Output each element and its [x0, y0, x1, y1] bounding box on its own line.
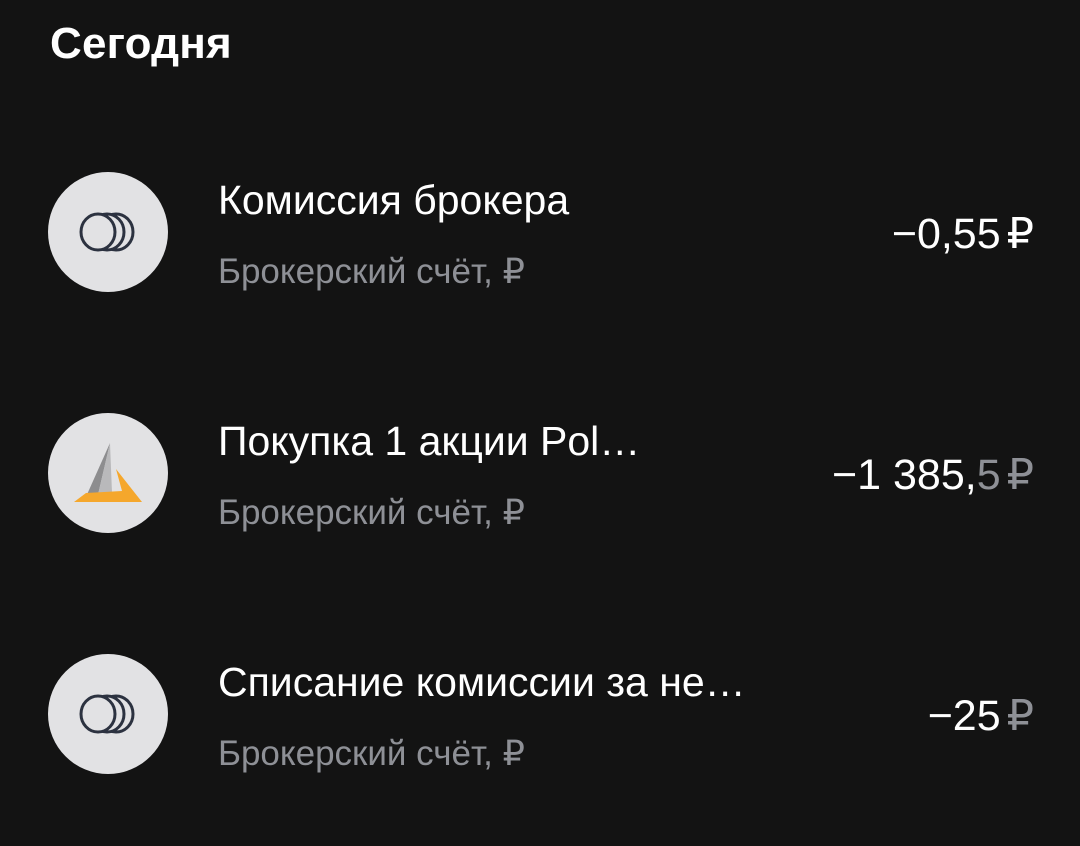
polymetal-logo-icon [48, 413, 168, 533]
operation-row-share-purchase[interactable]: Покупка 1 акции Pol… Брокерский счёт, ₽ … [0, 383, 1080, 583]
amount-value: −25 [927, 692, 1001, 740]
currency-symbol: ₽ [1006, 692, 1034, 740]
currency-symbol: ₽ [1006, 451, 1034, 499]
operation-account: Брокерский счёт, ₽ [218, 734, 525, 773]
amount-value-dim: 5 [976, 451, 1001, 499]
coins-icon [48, 654, 168, 774]
operation-row-broker-commission[interactable]: Комиссия брокера Брокерский счёт, ₽ −0,5… [0, 142, 1080, 342]
operation-account: Брокерский счёт, ₽ [218, 252, 525, 291]
operation-title: Покупка 1 акции Pol… [218, 418, 641, 464]
operation-amount: −25 ₽ [928, 688, 1034, 744]
coins-icon [48, 172, 168, 292]
operation-title: Списание комиссии за не… [218, 659, 746, 705]
operation-amount: −0,55 ₽ [892, 206, 1034, 262]
section-title-today: Сегодня [50, 19, 232, 68]
operation-amount: −1 385,5 ₽ [832, 447, 1034, 503]
operation-row-commission-writeoff[interactable]: Списание комиссии за не… Брокерский счёт… [0, 624, 1080, 824]
currency-symbol: ₽ [1006, 210, 1034, 258]
operation-account: Брокерский счёт, ₽ [218, 493, 525, 532]
amount-value: −1 385, [832, 451, 977, 499]
operation-title: Комиссия брокера [218, 177, 570, 223]
amount-value: −0,55 [891, 210, 1001, 258]
